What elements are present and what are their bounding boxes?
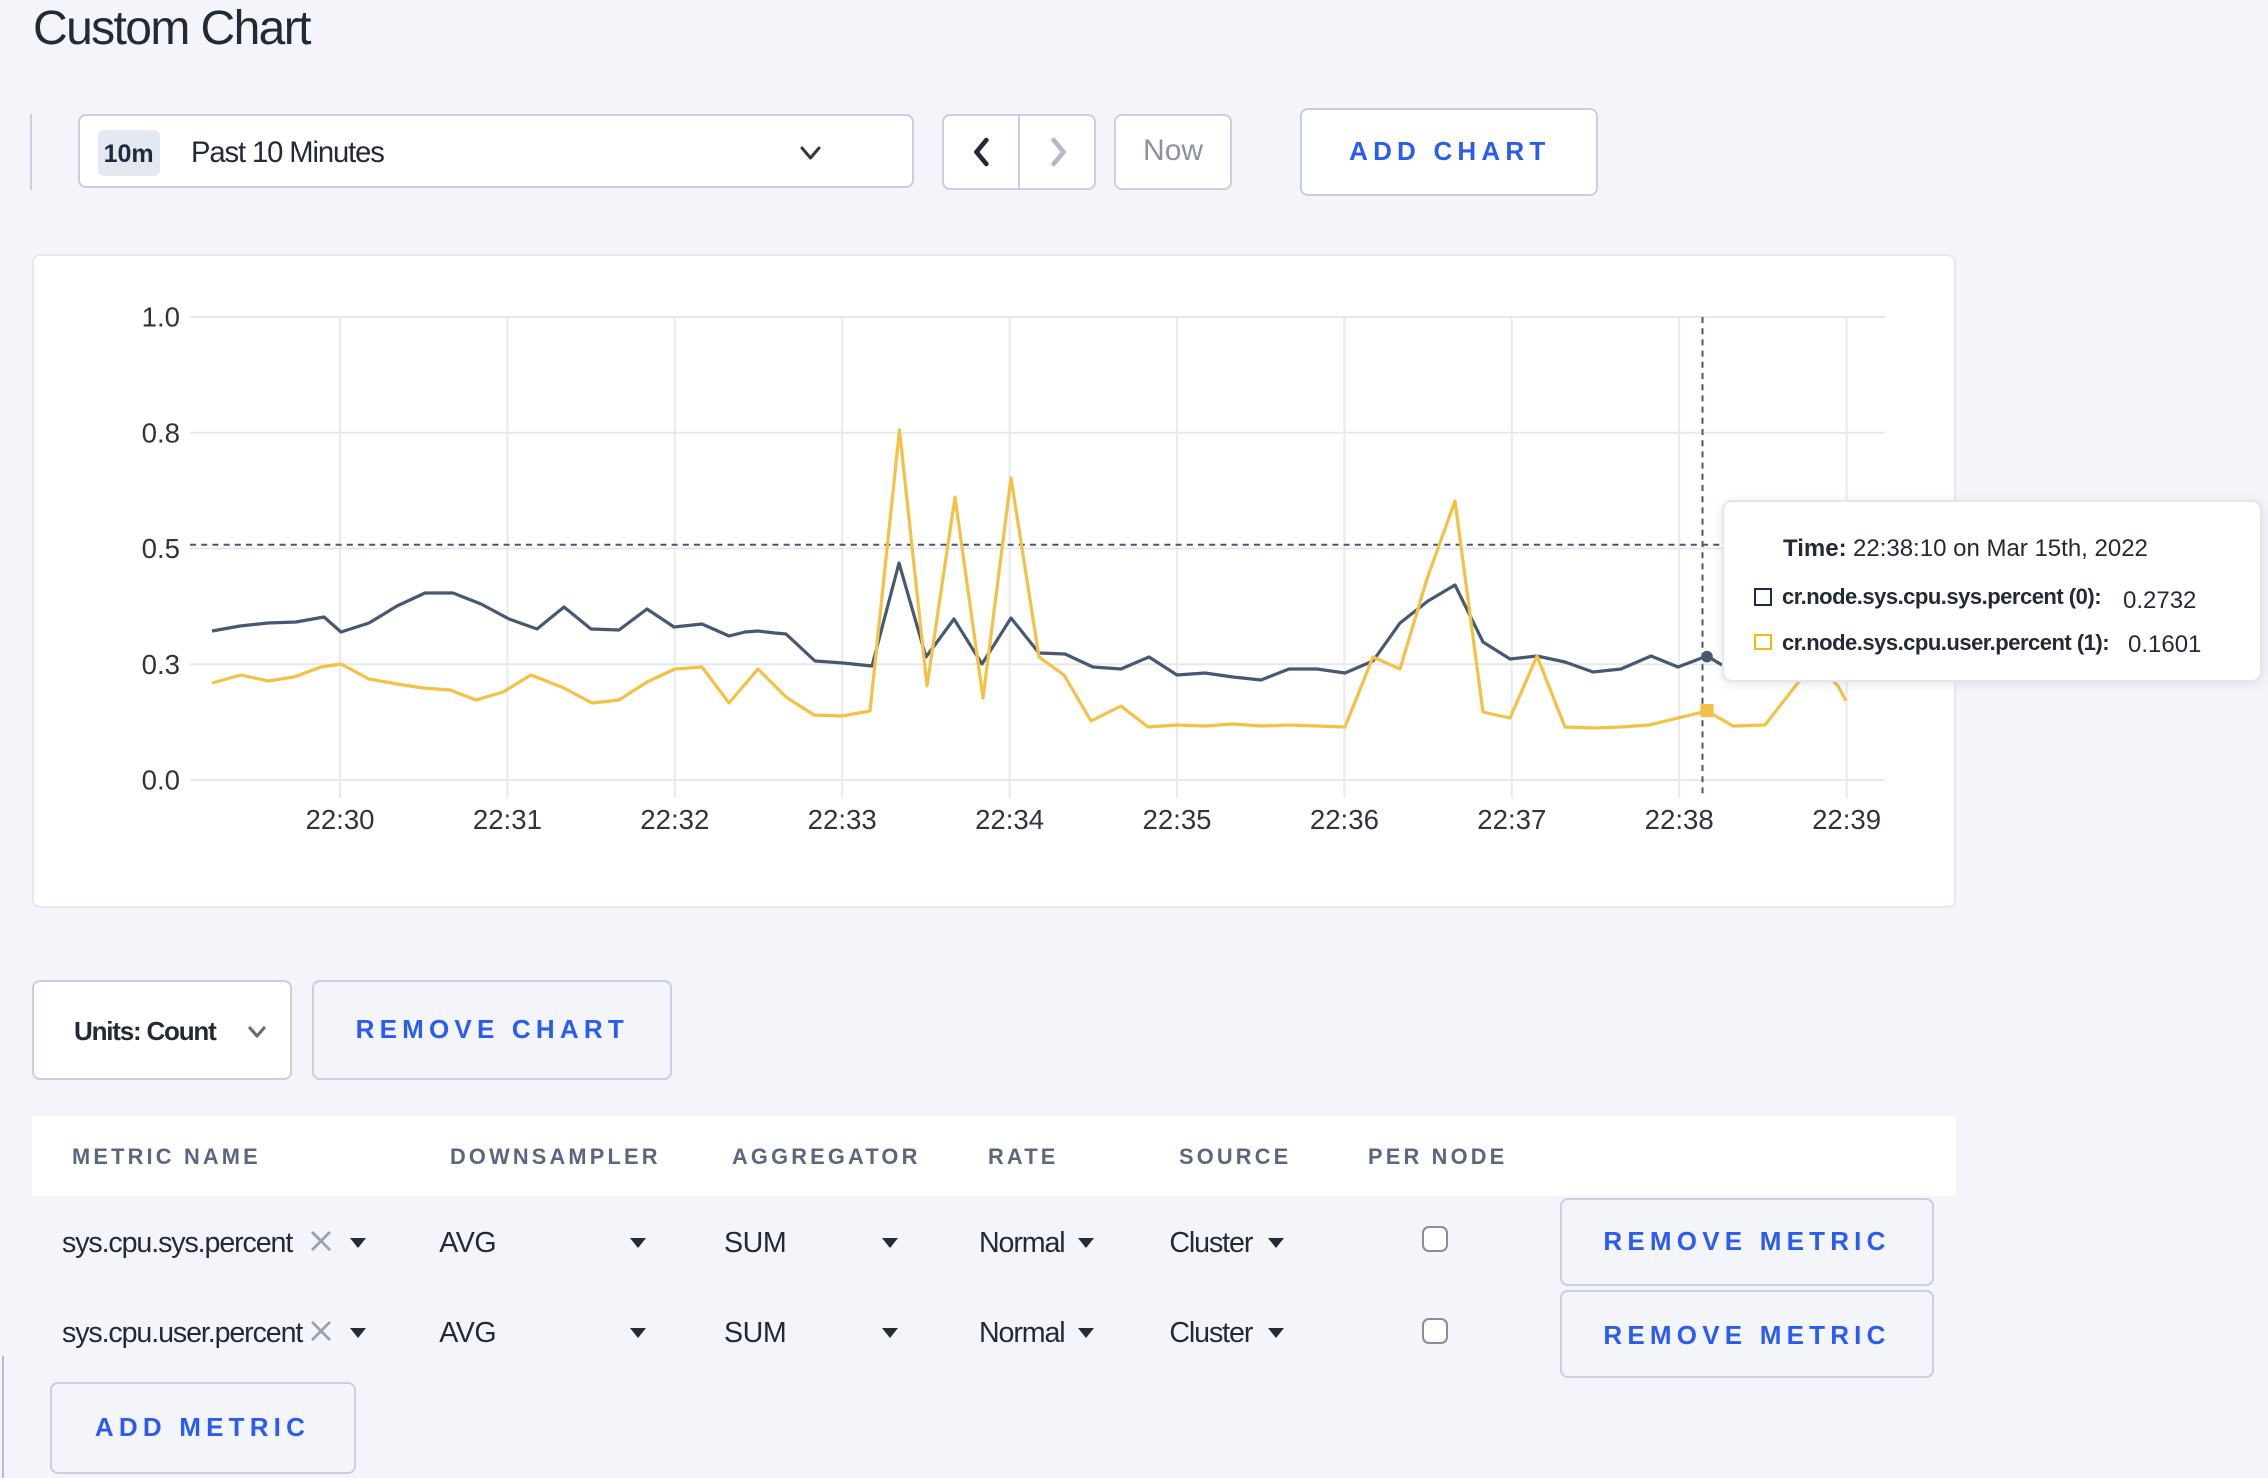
svg-text:22:39: 22:39	[1812, 803, 1881, 834]
svg-text:22:36: 22:36	[1310, 803, 1379, 834]
svg-text:22:35: 22:35	[1142, 803, 1211, 834]
svg-text:1.0: 1.0	[142, 301, 180, 332]
svg-text:22:33: 22:33	[808, 803, 877, 834]
svg-text:22:31: 22:31	[473, 803, 542, 834]
svg-text:22:32: 22:32	[640, 803, 709, 834]
svg-text:22:37: 22:37	[1477, 803, 1546, 834]
svg-text:22:30: 22:30	[305, 803, 374, 834]
svg-text:0.0: 0.0	[142, 764, 180, 795]
svg-text:0.5: 0.5	[142, 532, 180, 563]
svg-text:22:34: 22:34	[975, 803, 1044, 834]
svg-text:0.8: 0.8	[142, 416, 180, 447]
svg-text:22:38: 22:38	[1645, 803, 1714, 834]
svg-text:0.3: 0.3	[142, 648, 180, 679]
